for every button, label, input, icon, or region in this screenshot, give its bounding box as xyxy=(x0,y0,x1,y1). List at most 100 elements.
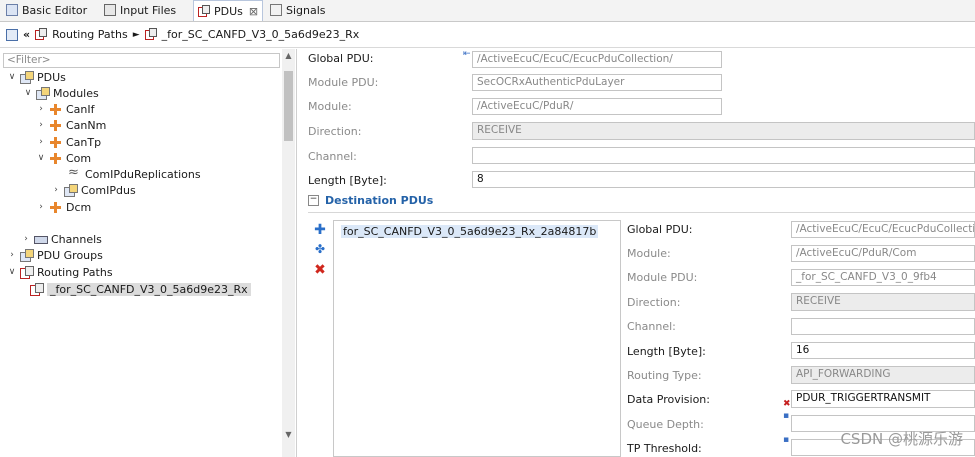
signals-icon xyxy=(270,4,282,16)
watermark: CSDN @桃源乐游 xyxy=(840,430,963,448)
expanded-icon[interactable]: ∨ xyxy=(37,153,45,163)
tree-node-cantp[interactable]: › CanTp xyxy=(37,134,101,150)
destination-pdus-section[interactable]: − Destination PDUs xyxy=(308,194,433,207)
tree-label: CanIf xyxy=(66,102,95,116)
dest-routing-type-field[interactable]: API_FORWARDING xyxy=(791,366,975,384)
dest-channel-field[interactable] xyxy=(791,318,975,335)
module-icon xyxy=(49,201,62,214)
expanded-icon[interactable]: ∨ xyxy=(24,88,32,98)
breadcrumb: « Routing Paths ► _for_SC_CANFD_V3_0_5a6… xyxy=(0,22,975,48)
tree-node-canif[interactable]: › CanIf xyxy=(37,101,95,117)
filter-input[interactable]: <Filter> xyxy=(3,53,280,68)
tree-node-routing-path-selected[interactable]: _for_SC_CANFD_V3_0_5a6d9e23_Rx xyxy=(30,281,251,297)
collapse-icon[interactable]: − xyxy=(308,195,319,206)
tree-node-pdu-groups[interactable]: › PDU Groups xyxy=(8,247,103,263)
tree-node-channels[interactable]: › Channels xyxy=(22,231,102,247)
breadcrumb-separator-icon: ► xyxy=(132,29,140,40)
tab-label: Signals xyxy=(286,3,326,17)
add-icon[interactable]: ✚ xyxy=(313,223,327,237)
tree-label: Channels xyxy=(51,232,102,246)
dest-data-provision-label: Data Provision: xyxy=(627,393,710,406)
dest-module-pdu-field[interactable]: _for_SC_CANFD_V3_0_9fb4 xyxy=(791,269,975,286)
module-pdu-field[interactable]: SecOCRxAuthenticPduLayer xyxy=(472,74,722,91)
tree-node-comipdureplications[interactable]: ComIPduReplications xyxy=(56,165,201,182)
back-icon[interactable]: « xyxy=(23,28,30,41)
add-multiple-icon[interactable]: ✤ xyxy=(313,242,327,256)
tab-input-files[interactable]: Input Files xyxy=(100,0,180,20)
global-pdu-label: Global PDU: xyxy=(308,52,374,65)
tree-node-routing-paths[interactable]: ∨ Routing Paths xyxy=(8,264,113,280)
tab-pdus[interactable]: PDUs ⊠ xyxy=(193,0,264,21)
tree-node-pdus[interactable]: ∨ PDUs xyxy=(8,69,66,85)
destination-pdu-list[interactable]: for_SC_CANFD_V3_0_5a6d9e23_Rx_2a84817b xyxy=(333,220,621,457)
collapsed-icon[interactable]: › xyxy=(37,120,45,130)
expanded-icon[interactable]: ∨ xyxy=(8,267,16,277)
global-pdu-field[interactable]: /ActiveEcuC/EcuC/EcucPduCollection/ xyxy=(472,51,722,68)
dest-global-pdu-label: Global PDU: xyxy=(627,223,693,236)
collapsed-icon[interactable]: › xyxy=(8,250,16,260)
replications-icon xyxy=(68,165,81,181)
input-files-icon xyxy=(104,4,116,16)
collapsed-icon[interactable]: › xyxy=(52,185,60,195)
tab-label: PDUs xyxy=(214,4,243,18)
direction-field[interactable]: RECEIVE xyxy=(472,122,975,140)
tree-node-dcm[interactable]: › Dcm xyxy=(37,199,91,215)
dest-module-label: Module: xyxy=(627,247,671,260)
routing-paths-icon xyxy=(35,28,48,41)
collapsed-icon[interactable]: › xyxy=(37,137,45,147)
destination-pdu-item[interactable]: for_SC_CANFD_V3_0_5a6d9e23_Rx_2a84817b xyxy=(341,225,599,238)
pdu-tree-panel: <Filter> ∨ PDUs ∨ Modules › CanIf › CanN… xyxy=(0,49,297,457)
routing-path-icon xyxy=(30,282,44,296)
view-icon[interactable] xyxy=(6,28,18,41)
pdus-icon xyxy=(20,70,34,84)
tree-label: Routing Paths xyxy=(37,265,113,279)
dest-data-provision-field[interactable]: PDUR_TRIGGERTRANSMIT xyxy=(791,390,975,408)
tab-signals[interactable]: Signals xyxy=(266,0,330,20)
dest-channel-label: Channel: xyxy=(627,320,676,333)
dest-global-pdu-field[interactable]: /ActiveEcuC/EcuC/EcucPduCollection xyxy=(791,221,975,238)
length-field[interactable]: 8 xyxy=(472,171,975,188)
section-title: Destination PDUs xyxy=(325,194,434,207)
routing-path-icon xyxy=(144,28,157,41)
modules-icon xyxy=(36,86,50,100)
scroll-down-icon[interactable]: ▼ xyxy=(282,430,295,439)
link-icon: ⇤ xyxy=(463,49,471,59)
length-label: Length [Byte]: xyxy=(308,174,387,187)
tree-label: _for_SC_CANFD_V3_0_5a6d9e23_Rx xyxy=(47,282,251,296)
dest-module-pdu-label: Module PDU: xyxy=(627,271,698,284)
pdu-groups-icon xyxy=(20,248,34,262)
collapsed-icon[interactable]: › xyxy=(37,202,45,212)
tree-node-modules[interactable]: ∨ Modules xyxy=(24,85,99,101)
close-icon[interactable]: ⊠ xyxy=(249,5,258,18)
dest-length-field[interactable]: 16 xyxy=(791,342,975,359)
tree-label: Com xyxy=(66,151,92,165)
basic-editor-icon xyxy=(6,4,18,16)
tree-label: ComIPdus xyxy=(81,183,136,197)
breadcrumb-current: _for_SC_CANFD_V3_0_5a6d9e23_Rx xyxy=(161,28,360,41)
tree-label: Dcm xyxy=(66,200,92,214)
tree-label: ComIPduReplications xyxy=(85,167,201,181)
tree-scrollbar[interactable]: ▲ ▼ xyxy=(282,49,295,457)
module-icon xyxy=(49,119,62,132)
error-icon: ✖ xyxy=(783,399,791,409)
scrollbar-thumb[interactable] xyxy=(284,71,293,141)
module-icon xyxy=(49,103,62,116)
breadcrumb-routing-paths[interactable]: Routing Paths xyxy=(52,28,128,41)
tree-node-comipdus[interactable]: › ComIPdus xyxy=(52,182,136,198)
channel-field[interactable] xyxy=(472,147,975,164)
dest-direction-field[interactable]: RECEIVE xyxy=(791,293,975,311)
collapsed-icon[interactable]: › xyxy=(37,104,45,114)
scroll-up-icon[interactable]: ▲ xyxy=(282,51,295,60)
editor-tab-bar: Basic Editor Input Files PDUs ⊠ Signals xyxy=(0,0,975,22)
comipdus-icon xyxy=(64,183,78,197)
module-field[interactable]: /ActiveEcuC/PduR/ xyxy=(472,98,722,115)
dest-module-field[interactable]: /ActiveEcuC/PduR/Com xyxy=(791,245,975,262)
tab-basic-editor[interactable]: Basic Editor xyxy=(2,0,91,20)
dest-queue-depth-label: Queue Depth: xyxy=(627,418,704,431)
delete-icon[interactable]: ✖ xyxy=(313,263,327,277)
tree-node-com[interactable]: ∨ Com xyxy=(37,150,91,166)
tree-node-cannm[interactable]: › CanNm xyxy=(37,117,106,133)
expanded-icon[interactable]: ∨ xyxy=(8,72,16,82)
tab-label: Basic Editor xyxy=(22,3,88,17)
collapsed-icon[interactable]: › xyxy=(22,234,30,244)
